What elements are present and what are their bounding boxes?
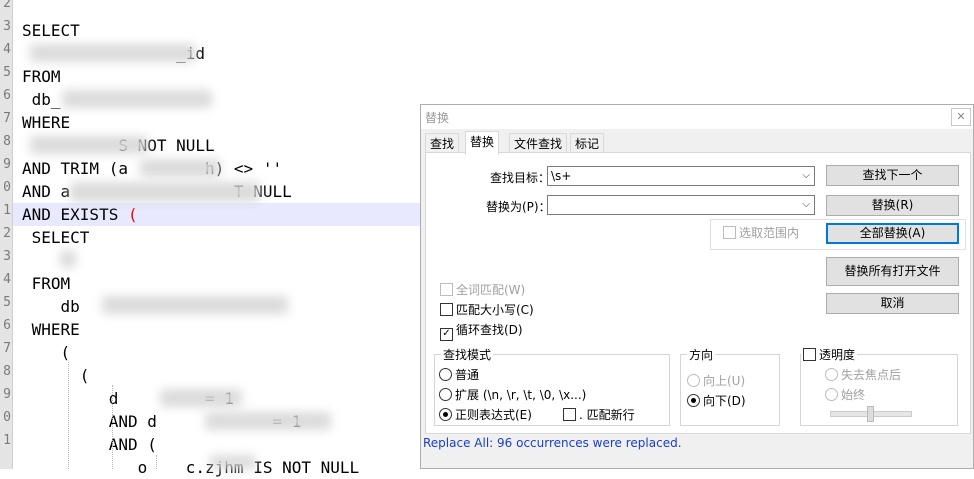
redacted-text [205, 412, 331, 430]
radio-circle [439, 388, 452, 401]
code-line[interactable]: o c.zjhm IS NOT NULL [22, 456, 360, 479]
code-line[interactable]: SELECT [22, 19, 80, 42]
redacted-text [30, 44, 196, 62]
code-line[interactable]: db_ [22, 88, 61, 111]
indent-guide [156, 455, 157, 469]
replace-with-input[interactable]: ⌵ [547, 195, 815, 215]
tab-replace[interactable]: 替换 [465, 131, 500, 155]
cancel-button[interactable]: 取消 [826, 293, 959, 314]
direction-down-radio[interactable]: 向下(D) [687, 393, 746, 409]
redacted-text [70, 182, 260, 202]
normal-label: 普通 [455, 368, 480, 382]
radio-circle [825, 368, 838, 381]
find-what-value: \s+ [551, 169, 572, 183]
matched-paren: ( [127, 205, 138, 224]
radio-circle-selected [439, 408, 452, 421]
indent-guide [112, 385, 113, 469]
radio-circle [825, 388, 838, 401]
search-mode-regex-radio[interactable]: 正则表达式(E) [439, 407, 532, 423]
lose-focus-label: 失去焦点后 [841, 368, 902, 382]
match-case-label: 匹配大小写(C) [456, 303, 534, 317]
replace-tab-panel: 查找目标： \s+ ⌵ 替换为(P)： ⌵ 查找下一个 替换(R) 选取范围内 … [425, 152, 971, 434]
radio-circle [687, 374, 700, 387]
redacted-text [210, 455, 256, 469]
chevron-down-icon[interactable]: ⌵ [802, 167, 810, 185]
code-line[interactable]: WHERE [22, 318, 80, 341]
dialog-title-bar[interactable]: 替换 ✕ [421, 105, 973, 129]
indent-guide [68, 362, 69, 469]
code-line[interactable]: FROM [22, 272, 71, 295]
redacted-text [60, 250, 76, 268]
checkbox-box [440, 303, 453, 316]
code-line[interactable]: SELECT [22, 226, 90, 249]
wrap-around-checkbox[interactable]: ✓ 循环查找(D) [440, 322, 523, 341]
transparency-on-lose-focus-radio[interactable]: 失去焦点后 [825, 367, 901, 383]
direction-group: 方向 向上(U) 向下(D) [680, 346, 780, 426]
extended-label: 扩展 (\n, \r, \t, \0, \x...) [455, 388, 587, 402]
code-line[interactable]: ( [22, 341, 71, 364]
code-line[interactable]: ( [22, 364, 90, 387]
replace-button[interactable]: 替换(R) [826, 195, 959, 216]
transparency-checkbox[interactable]: 透明度 [801, 346, 858, 363]
redacted-text [30, 136, 148, 154]
direction-up-label: 向上(U) [703, 374, 746, 388]
direction-up-radio[interactable]: 向上(U) [687, 373, 745, 389]
whole-word-label: 全词匹配(W) [456, 283, 526, 297]
code-line[interactable]: WHERE [22, 111, 70, 134]
dot-matches-newline-checkbox[interactable]: . 匹配新行 [563, 407, 635, 423]
whole-word-checkbox[interactable]: 全词匹配(W) [440, 282, 525, 298]
search-mode-extended-radio[interactable]: 扩展 (\n, \r, \t, \0, \x...) [439, 387, 586, 403]
replace-all-open-docs-button[interactable]: 替换所有打开文件 [826, 257, 959, 286]
check-icon: ✓ [440, 328, 453, 341]
replace-dialog: 替换 ✕ 查找 替换 文件查找 标记 查找目标： \s+ ⌵ 替换为(P)： ⌵… [420, 104, 974, 469]
regex-label: 正则表达式(E) [455, 408, 532, 422]
search-mode-normal-radio[interactable]: 普通 [439, 367, 479, 383]
find-what-input[interactable]: \s+ ⌵ [547, 166, 815, 186]
dot-newline-label: . 匹配新行 [579, 408, 635, 422]
code-line[interactable]: AND ( [22, 433, 157, 456]
find-next-button[interactable]: 查找下一个 [826, 165, 959, 186]
close-icon[interactable]: ✕ [951, 108, 971, 126]
wrap-around-label: 循环查找(D) [456, 323, 523, 337]
find-what-label: 查找目标： [490, 171, 551, 185]
checkbox-box [803, 348, 816, 361]
transparency-label: 透明度 [819, 348, 856, 362]
dialog-title: 替换 [425, 111, 450, 125]
in-selection-label: 选取范围内 [739, 226, 800, 240]
code-line[interactable]: db [22, 295, 80, 318]
search-mode-title: 查找模式 [441, 346, 494, 363]
match-case-checkbox[interactable]: 匹配大小写(C) [440, 302, 534, 318]
in-selection-checkbox[interactable]: 选取范围内 [723, 225, 799, 241]
status-message: Replace All: 96 occurrences were replace… [423, 436, 682, 450]
slider-knob[interactable] [867, 406, 874, 422]
radio-circle-selected [687, 394, 700, 407]
chevron-down-icon[interactable]: ⌵ [802, 196, 810, 214]
redacted-text [160, 389, 242, 407]
code-line[interactable]: AND EXISTS ( [22, 203, 138, 226]
search-mode-group: 查找模式 普通 扩展 (\n, \r, \t, \0, \x...) 正则表达式… [434, 346, 670, 426]
direction-down-label: 向下(D) [703, 394, 746, 408]
tab-mark[interactable]: 标记 [570, 133, 605, 154]
direction-title: 方向 [687, 346, 716, 363]
radio-circle [439, 368, 452, 381]
tab-find[interactable]: 查找 [425, 133, 460, 154]
code-line[interactable]: FROM [22, 65, 61, 88]
checkbox-box [563, 408, 576, 421]
tab-find-in-files[interactable]: 文件查找 [509, 133, 568, 154]
checkbox-box [440, 283, 453, 296]
redacted-text [62, 90, 212, 108]
transparency-always-radio[interactable]: 始终 [825, 387, 865, 403]
redacted-text [140, 159, 220, 177]
replace-with-label: 替换为(P)： [486, 200, 551, 214]
always-label: 始终 [841, 388, 866, 402]
checkbox-box [723, 226, 736, 239]
redacted-text [102, 296, 288, 314]
replace-all-button[interactable]: 全部替换(A) [826, 223, 959, 244]
transparency-slider[interactable] [830, 406, 912, 422]
